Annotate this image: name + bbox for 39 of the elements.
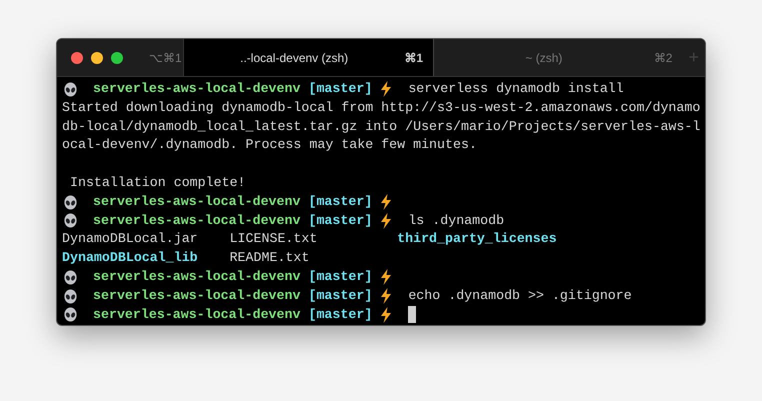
git-branch: [master] [308,306,372,324]
git-branch: [master] [308,286,372,305]
output-text: Installation complete! [68,174,247,192]
git-branch: [master] [308,80,372,98]
prompt-directory: serverles-aws-local-devenv [93,268,300,286]
alien-icon [63,213,78,228]
git-branch: [master] [308,212,372,230]
zoom-button[interactable] [111,52,123,64]
command-text: ls .dynamodb [408,212,504,230]
alien-icon [63,270,78,285]
minimize-button[interactable] [91,52,103,64]
output-text: Started downloading dynamodb-local from http://s3-us-west-2.amazonaws.com/dynamodb-local/dynamodb_local_latest.tar.gz into /Users/mario/Projects/serverles-aws-local-devenv/.dynamodb. Process may take few minutes. [62,98,700,154]
git-branch: [master] [308,192,372,211]
alien-icon [63,288,78,304]
directory-name: DynamoDBLocal_lib [62,250,198,266]
file-name: DynamoDBLocal.jar [62,231,198,246]
prompt-directory: serverles-aws-local-devenv [93,212,300,230]
prompt-directory: serverles-aws-local-devenv [93,286,300,305]
file-name: README.txt [230,250,310,266]
prompt-directory: serverles-aws-local-devenv [93,306,300,324]
alien-icon [63,82,78,97]
lightning-icon [380,194,392,210]
lightning-icon [380,306,392,323]
tab[interactable]: ..-local-devenv (zsh) ⌘1 [184,39,434,76]
shortcut-label: ⌥⌘1 [149,50,182,66]
close-button[interactable] [71,52,83,64]
lightning-icon [380,269,392,286]
lightning-icon [380,288,392,304]
command-text: serverless dynamodb install [408,80,624,98]
lightning-icon [380,81,392,98]
git-branch: [master] [308,268,372,286]
prompt-directory: serverles-aws-local-devenv [93,80,300,98]
file-name: LICENSE.txt [230,231,318,246]
directory-name: third_party_licenses [397,231,557,246]
command-text: echo .dynamodb >> .gitignore [408,286,632,305]
alien-icon [63,307,78,322]
lightning-icon [380,212,392,229]
prompt-directory: serverles-aws-local-devenv [93,192,300,211]
alien-icon [63,194,78,210]
